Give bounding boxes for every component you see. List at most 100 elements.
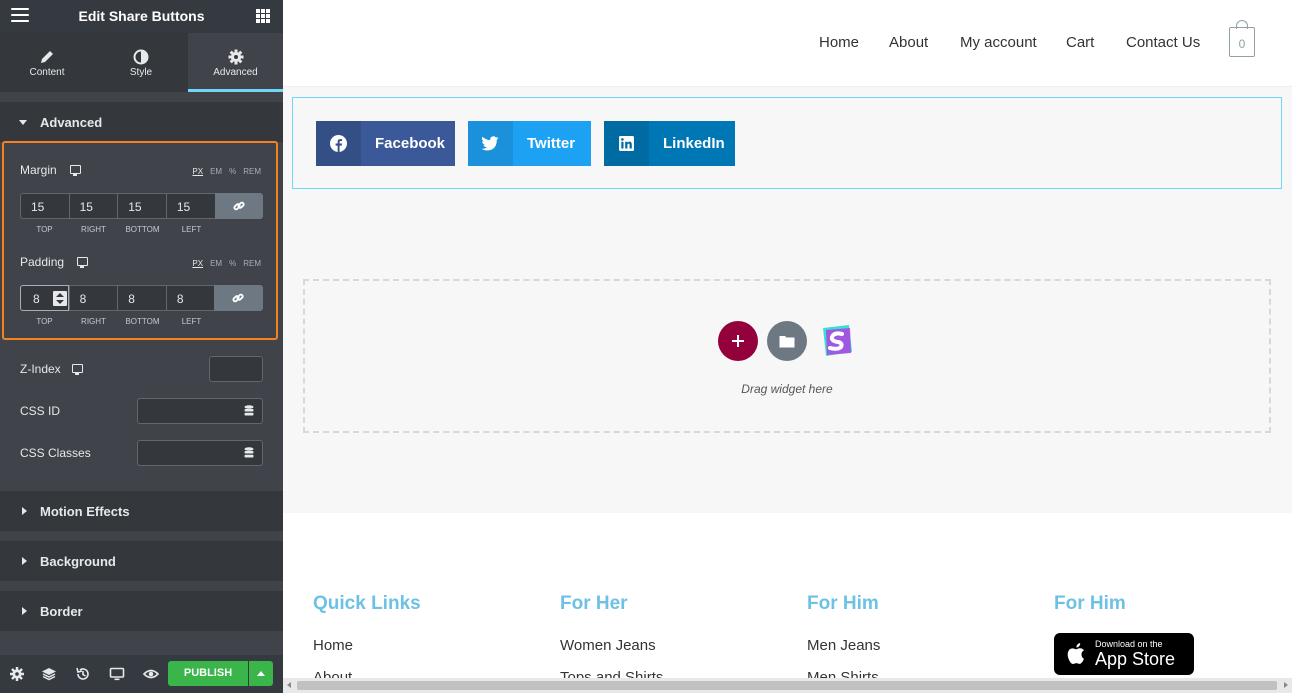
footer-link[interactable]: Women Jeans <box>560 637 656 654</box>
unit-rem[interactable]: REM <box>243 259 261 268</box>
padding-top-value: 8 <box>33 292 40 306</box>
unit-px[interactable]: PX <box>192 259 203 268</box>
linkedin-icon <box>604 121 649 166</box>
padding-side-labels: TOP RIGHT BOTTOM LEFT <box>20 317 216 326</box>
app-store-big-text: App Store <box>1095 649 1176 669</box>
unit-percent[interactable]: % <box>229 167 236 176</box>
history-icon[interactable] <box>75 666 91 682</box>
margin-top-input[interactable]: 15 <box>20 193 69 219</box>
add-section-button[interactable] <box>718 321 758 361</box>
responsive-monitor-icon[interactable] <box>70 165 81 176</box>
padding-bottom-input[interactable]: 8 <box>117 285 166 311</box>
nav-my-account[interactable]: My account <box>960 34 1037 51</box>
share-button-label: Facebook <box>375 135 446 152</box>
tab-style-label: Style <box>129 67 153 78</box>
section-title: Background <box>40 554 116 569</box>
padding-label: Padding <box>20 255 65 269</box>
section-title: Motion Effects <box>40 504 130 519</box>
side-label-right: RIGHT <box>81 317 106 326</box>
horizontal-scrollbar[interactable] <box>283 678 1292 693</box>
apple-icon <box>1067 643 1084 665</box>
share-buttons-widget[interactable]: Facebook Twitter LinkedIn <box>292 97 1282 189</box>
panel-title: Edit Share Buttons <box>78 8 205 24</box>
cart-bag-icon[interactable]: 0 <box>1229 20 1255 57</box>
padding-top-input[interactable]: 8 <box>20 285 69 311</box>
dynamic-tags-button[interactable] <box>236 398 263 424</box>
margin-link-button[interactable] <box>214 193 264 219</box>
section-background-toggle[interactable]: Background <box>0 541 283 581</box>
database-icon <box>244 405 254 416</box>
margin-bottom-input[interactable]: 15 <box>117 193 166 219</box>
nav-home[interactable]: Home <box>819 34 859 51</box>
app-store-badge[interactable]: Download on the App Store <box>1054 633 1194 675</box>
publish-button[interactable]: PUBLISH <box>168 661 248 686</box>
share-button-label: Twitter <box>527 135 576 152</box>
unit-px[interactable]: PX <box>192 167 203 176</box>
css-classes-input[interactable] <box>137 440 237 466</box>
scroll-left-arrow-icon[interactable] <box>287 682 291 688</box>
layers-icon[interactable] <box>41 666 57 682</box>
padding-left-input[interactable]: 8 <box>165 285 215 311</box>
nav-cart[interactable]: Cart <box>1066 34 1094 51</box>
caret-right-icon <box>22 607 27 615</box>
publish-options-arrow-icon[interactable] <box>249 661 273 686</box>
nav-about[interactable]: About <box>889 34 928 51</box>
preview-eye-icon[interactable] <box>143 666 159 682</box>
facebook-icon <box>316 121 361 166</box>
scroll-right-arrow-icon[interactable] <box>1284 682 1288 688</box>
margin-right-input[interactable]: 15 <box>68 193 118 219</box>
unit-percent[interactable]: % <box>229 259 236 268</box>
footer-column-title: For Him <box>1054 593 1126 614</box>
side-label-top: TOP <box>36 225 53 234</box>
tab-content[interactable]: Content <box>0 33 94 92</box>
number-spinner-icon[interactable] <box>53 291 67 306</box>
section-advanced-toggle[interactable]: Advanced <box>0 102 283 142</box>
unit-em[interactable]: EM <box>210 167 222 176</box>
drag-widget-hint: Drag widget here <box>741 382 833 396</box>
empty-section-dropzone[interactable]: Drag widget here <box>303 279 1271 433</box>
gear-icon <box>228 49 243 65</box>
site-header: Home About My account Cart Contact Us 0 <box>283 0 1292 87</box>
share-linkedin-button[interactable]: LinkedIn <box>604 121 735 166</box>
tab-style[interactable]: Style <box>94 33 188 92</box>
tab-advanced[interactable]: Advanced <box>188 33 283 92</box>
padding-dimensions: 8 8 8 8 <box>20 285 263 311</box>
css-id-input[interactable] <box>137 398 237 424</box>
side-label-top: TOP <box>36 317 53 326</box>
responsive-mode-icon[interactable] <box>109 666 125 682</box>
padding-right-input[interactable]: 8 <box>68 285 118 311</box>
add-template-button[interactable] <box>767 321 807 361</box>
padding-link-button[interactable] <box>214 285 263 311</box>
starter-templates-logo-icon[interactable] <box>816 321 856 361</box>
site-footer: Quick Links Home About For Her Women Jea… <box>283 513 1292 693</box>
panel-header: Edit Share Buttons <box>0 0 283 33</box>
padding-units: PX EM% REM <box>185 259 261 268</box>
footer-link[interactable]: Men Jeans <box>807 637 880 654</box>
nav-contact-us[interactable]: Contact Us <box>1126 34 1200 51</box>
margin-left-input[interactable]: 15 <box>165 193 215 219</box>
plus-icon <box>732 335 744 347</box>
unit-em[interactable]: EM <box>210 259 222 268</box>
margin-label: Margin <box>20 163 57 177</box>
share-twitter-button[interactable]: Twitter <box>468 121 591 166</box>
section-advanced-title: Advanced <box>40 115 103 130</box>
responsive-monitor-icon[interactable] <box>72 364 83 375</box>
unit-rem[interactable]: REM <box>243 167 261 176</box>
responsive-monitor-icon[interactable] <box>77 257 88 268</box>
link-icon <box>232 201 245 211</box>
scrollbar-thumb[interactable] <box>297 681 1277 690</box>
section-motion-effects-toggle[interactable]: Motion Effects <box>0 491 283 531</box>
section-border-toggle[interactable]: Border <box>0 591 283 631</box>
folder-icon <box>779 336 795 348</box>
share-facebook-button[interactable]: Facebook <box>316 121 455 166</box>
dynamic-tags-button[interactable] <box>236 440 263 466</box>
panel-tabs: Content Style Advanced <box>0 33 283 92</box>
section-title: Border <box>40 604 83 619</box>
footer-link[interactable]: Home <box>313 637 353 654</box>
z-index-input[interactable] <box>209 356 263 382</box>
pencil-icon <box>41 51 53 63</box>
z-index-label: Z-Index <box>20 362 61 376</box>
settings-gear-icon[interactable] <box>9 666 25 682</box>
tab-advanced-label: Advanced <box>213 67 258 78</box>
widgets-grid-icon[interactable] <box>256 9 270 23</box>
